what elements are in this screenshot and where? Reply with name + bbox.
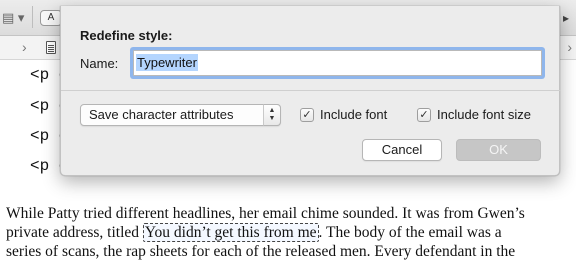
prose-text: . The body of the email was a: [318, 224, 502, 241]
include-font-checkbox[interactable]: ✓ Include font: [300, 107, 387, 122]
cancel-button[interactable]: Cancel: [362, 139, 442, 161]
prose-line: While Patty tried different headlines, h…: [6, 205, 525, 222]
style-name-field[interactable]: Typewriter: [133, 50, 542, 76]
include-font-label: Include font: [320, 107, 388, 122]
document-icon: [46, 41, 56, 54]
document-text[interactable]: While Patty tried different headlines, h…: [6, 204, 572, 261]
include-font-size-label: Include font size: [437, 107, 531, 122]
save-attributes-popup[interactable]: Save character attributes ▲ ▼: [80, 104, 281, 126]
dialog-title: Redefine style:: [80, 28, 173, 43]
format-menu-icon[interactable]: ▤ ▾: [2, 8, 30, 28]
prose-line: private address, titled You didn’t get t…: [6, 223, 572, 242]
checkmark-icon: ✓: [300, 107, 314, 122]
style-button[interactable]: A: [40, 10, 62, 26]
toolbar-divider: [32, 6, 33, 28]
checkmark-icon: ✓: [417, 107, 431, 122]
selected-text[interactable]: You didn’t get this from me: [142, 223, 319, 242]
name-label: Name:: [80, 56, 119, 71]
prose-text: private address, titled: [6, 224, 143, 241]
redefine-style-dialog: Redefine style: Name: Typewriter Save ch…: [60, 6, 561, 176]
popup-selected-value: Save character attributes: [89, 107, 234, 122]
up-down-arrows-icon: ▲ ▼: [263, 104, 281, 126]
ok-button[interactable]: OK: [456, 139, 541, 161]
chevron-right-icon[interactable]: ›: [567, 39, 572, 55]
prose-line: series of scans, the rap sheets for each…: [6, 243, 516, 260]
style-name-value: Typewriter: [136, 54, 198, 71]
dialog-divider: [61, 90, 561, 91]
chevron-right-icon[interactable]: ›: [22, 39, 27, 55]
include-font-size-checkbox[interactable]: ✓ Include font size: [417, 107, 531, 122]
